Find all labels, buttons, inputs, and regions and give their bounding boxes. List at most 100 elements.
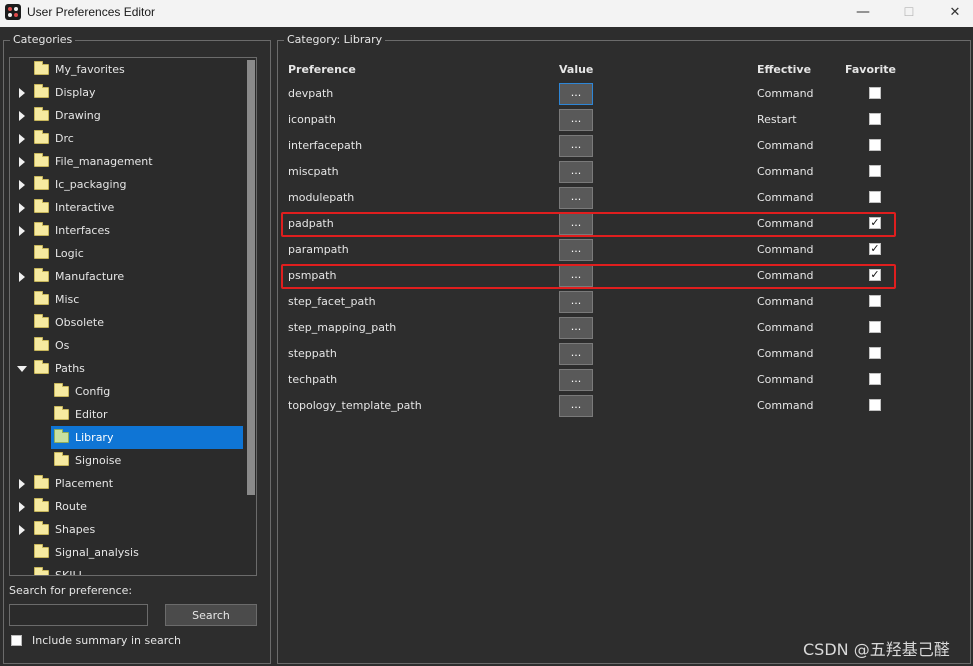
- maximize-button[interactable]: ☐: [886, 0, 932, 27]
- value-browse-button[interactable]: ...: [559, 395, 593, 417]
- tree-item-ic_packaging[interactable]: Ic_packaging: [10, 173, 246, 196]
- tree-item-logic[interactable]: Logic: [10, 242, 246, 265]
- value-browse-button[interactable]: ...: [559, 291, 593, 313]
- tree-item-label: Signal_analysis: [55, 546, 139, 559]
- value-browse-button[interactable]: ...: [559, 187, 593, 209]
- effective-value: Command: [757, 139, 814, 152]
- value-browse-button[interactable]: ...: [559, 161, 593, 183]
- preference-name: devpath: [288, 87, 334, 100]
- folder-icon: [34, 475, 49, 489]
- folder-icon: [34, 544, 49, 558]
- tree-item-os[interactable]: Os: [10, 334, 246, 357]
- pref-row-miscpath: miscpath... Command: [280, 159, 970, 185]
- folder-icon: [34, 291, 49, 305]
- tree-item-route[interactable]: Route: [10, 495, 246, 518]
- collapsed-arrow-icon[interactable]: [19, 134, 25, 144]
- favorite-checkbox[interactable]: ✓: [869, 243, 881, 255]
- collapsed-arrow-icon[interactable]: [19, 525, 25, 535]
- value-browse-button[interactable]: ...: [559, 317, 593, 339]
- tree-scroll-thumb[interactable]: [247, 60, 255, 495]
- search-button[interactable]: Search: [165, 604, 257, 626]
- favorite-checkbox[interactable]: [869, 399, 881, 411]
- search-label: Search for preference:: [9, 584, 133, 597]
- collapsed-arrow-icon[interactable]: [19, 226, 25, 236]
- tree-item-signal_analysis[interactable]: Signal_analysis: [10, 541, 246, 564]
- tree-item-obsolete[interactable]: Obsolete: [10, 311, 246, 334]
- effective-value: Command: [757, 243, 814, 256]
- tree-item-manufacture[interactable]: Manufacture: [10, 265, 246, 288]
- value-browse-button[interactable]: ...: [559, 135, 593, 157]
- watermark: CSDN @五羟基己醛: [803, 640, 950, 659]
- folder-icon: [34, 84, 49, 98]
- collapsed-arrow-icon[interactable]: [19, 88, 25, 98]
- favorite-checkbox[interactable]: [869, 373, 881, 385]
- favorite-checkbox[interactable]: [869, 295, 881, 307]
- tree-item-paths[interactable]: Paths: [10, 357, 246, 380]
- tree-item-display[interactable]: Display: [10, 81, 246, 104]
- value-browse-button[interactable]: ...: [559, 369, 593, 391]
- tree-item-editor[interactable]: Editor: [10, 403, 246, 426]
- favorite-checkbox[interactable]: [869, 87, 881, 99]
- effective-value: Restart: [757, 113, 797, 126]
- value-browse-button[interactable]: ...: [559, 239, 593, 261]
- tree-item-misc[interactable]: Misc: [10, 288, 246, 311]
- window-title: User Preferences Editor: [27, 5, 156, 19]
- folder-icon: [34, 176, 49, 190]
- category-tree[interactable]: SKILL Signal_analysis Shapes Route Placement…: [9, 57, 257, 576]
- effective-value: Command: [757, 321, 814, 334]
- effective-value: Command: [757, 191, 814, 204]
- tree-item-my_favorites[interactable]: My_favorites: [10, 58, 246, 81]
- favorite-checkbox[interactable]: [869, 191, 881, 203]
- minimize-button[interactable]: —: [840, 0, 886, 27]
- header-favorite: Favorite: [845, 63, 896, 76]
- value-browse-button[interactable]: ...: [559, 343, 593, 365]
- tree-item-interactive[interactable]: Interactive: [10, 196, 246, 219]
- favorite-checkbox[interactable]: [869, 113, 881, 125]
- collapsed-arrow-icon[interactable]: [19, 479, 25, 489]
- tree-item-placement[interactable]: Placement: [10, 472, 246, 495]
- folder-icon: [34, 245, 49, 259]
- preference-name: modulepath: [288, 191, 355, 204]
- close-button[interactable]: ✕: [932, 0, 973, 27]
- tree-item-skill[interactable]: SKILL: [10, 564, 246, 575]
- collapsed-arrow-icon[interactable]: [19, 157, 25, 167]
- tree-item-drc[interactable]: Drc: [10, 127, 246, 150]
- collapsed-arrow-icon[interactable]: [19, 502, 25, 512]
- folder-icon: [34, 521, 49, 535]
- folder-icon: [34, 268, 49, 282]
- tree-scrollbar[interactable]: [246, 58, 256, 575]
- value-browse-button[interactable]: ...: [559, 83, 593, 105]
- favorite-checkbox[interactable]: [869, 347, 881, 359]
- preference-name: topology_template_path: [288, 399, 422, 412]
- tree-item-shapes[interactable]: Shapes: [10, 518, 246, 541]
- folder-icon: [34, 107, 49, 121]
- preference-name: techpath: [288, 373, 338, 386]
- collapsed-arrow-icon[interactable]: [19, 111, 25, 121]
- expanded-arrow-icon[interactable]: [17, 366, 27, 372]
- effective-value: Command: [757, 87, 814, 100]
- tree-item-label: Drawing: [55, 109, 101, 122]
- preference-name: step_mapping_path: [288, 321, 397, 334]
- favorite-checkbox[interactable]: [869, 321, 881, 333]
- collapsed-arrow-icon[interactable]: [19, 180, 25, 190]
- folder-icon: [34, 222, 49, 236]
- tree-item-label: Misc: [55, 293, 80, 306]
- tree-item-drawing[interactable]: Drawing: [10, 104, 246, 127]
- value-browse-button[interactable]: ...: [559, 109, 593, 131]
- favorite-checkbox[interactable]: [869, 139, 881, 151]
- favorite-checkbox[interactable]: [869, 165, 881, 177]
- tree-item-label: Interfaces: [55, 224, 110, 237]
- tree-item-signoise[interactable]: Signoise: [10, 449, 246, 472]
- tree-item-library[interactable]: Library: [10, 426, 246, 449]
- pref-row-step_facet_path: step_facet_path... Command: [280, 289, 970, 315]
- collapsed-arrow-icon[interactable]: [19, 272, 25, 282]
- tree-item-interfaces[interactable]: Interfaces: [10, 219, 246, 242]
- header-effective: Effective: [757, 63, 812, 76]
- collapsed-arrow-icon[interactable]: [19, 203, 25, 213]
- pref-row-techpath: techpath... Command: [280, 367, 970, 393]
- tree-item-file_management[interactable]: File_management: [10, 150, 246, 173]
- search-input[interactable]: [9, 604, 148, 626]
- folder-icon: [54, 429, 69, 443]
- tree-item-config[interactable]: Config: [10, 380, 246, 403]
- include-summary-checkbox[interactable]: [11, 635, 22, 646]
